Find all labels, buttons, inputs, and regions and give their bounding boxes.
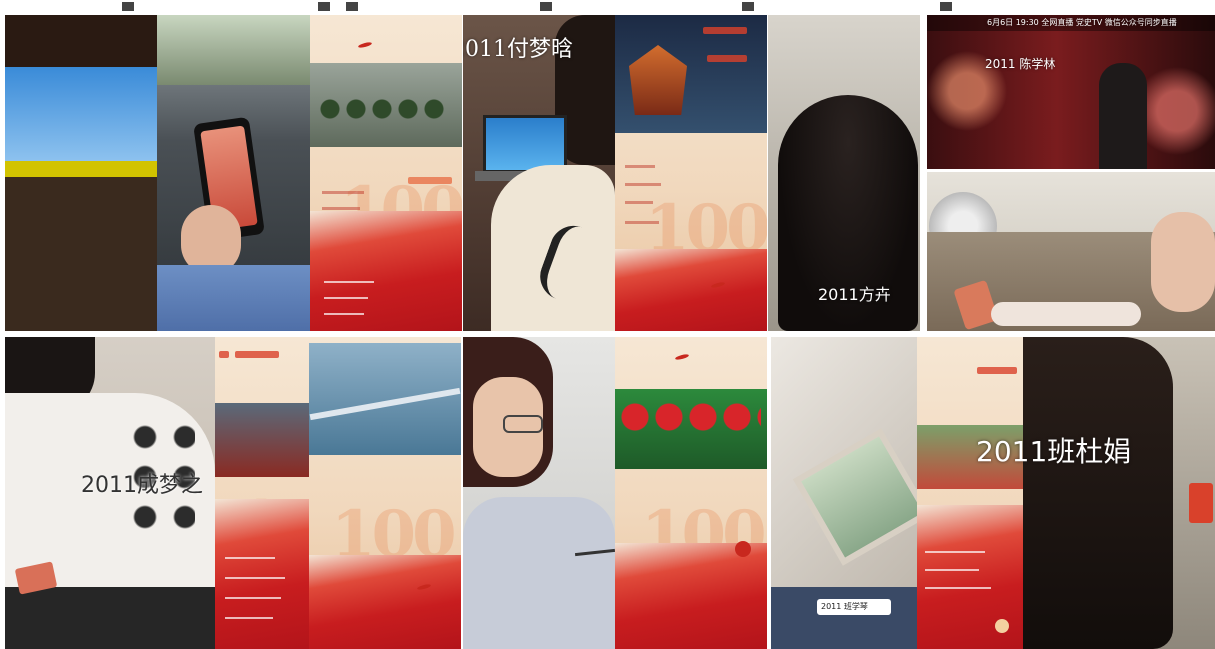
- poster-tag: [219, 351, 229, 358]
- field-strip: [5, 161, 157, 177]
- wall-frame: [792, 428, 917, 566]
- poster-text-line: [225, 597, 281, 599]
- poster-line: [625, 221, 659, 224]
- person-head: [771, 587, 917, 649]
- video-tile-glasses[interactable]: [463, 337, 615, 649]
- poster-line: [625, 201, 653, 204]
- video-tile-stage[interactable]: 6月6日 19:30 全网直播 党史TV 微信公众号同步直播 2011 陈学林: [927, 15, 1215, 169]
- video-tile-poster-trees[interactable]: 100: [310, 15, 462, 331]
- glasses: [503, 415, 543, 433]
- video-tile-du-juan[interactable]: [1023, 337, 1215, 649]
- poster-line: [625, 165, 655, 168]
- video-tile-poster-narrow[interactable]: [917, 337, 1023, 649]
- poster-text-line: [925, 551, 985, 553]
- hair: [1023, 337, 1173, 649]
- caption-chen-xuelin: 2011 陈学林: [985, 57, 1056, 71]
- red-flag-band: [615, 542, 767, 649]
- poster-text-line: [225, 557, 275, 559]
- red-flag-band: [215, 499, 309, 649]
- broadcast-text: 6月6日 19:30 全网直播 党史TV 微信公众号同步直播: [987, 18, 1177, 27]
- bird-icon: [674, 353, 690, 361]
- poster-text-line: [324, 281, 374, 283]
- sky-frame: [5, 67, 157, 163]
- poster-text-line: [225, 617, 273, 619]
- tree-row: [320, 97, 450, 121]
- phone-device: [1189, 483, 1213, 523]
- video-tile-landscape[interactable]: [5, 15, 157, 331]
- arm: [991, 302, 1141, 326]
- video-tile-laptop[interactable]: 2011付梦晗: [463, 15, 615, 331]
- thumb-icon[interactable]: [940, 2, 952, 11]
- poster-line: [322, 191, 364, 194]
- poster-text-line: [225, 577, 285, 579]
- bridge-photo: [309, 343, 461, 455]
- pants: [5, 587, 215, 649]
- video-tile-poster-football[interactable]: 100: [615, 337, 767, 649]
- poster-tag: [977, 367, 1017, 374]
- poster-tag: [707, 55, 747, 62]
- stage-lights: [927, 31, 1215, 169]
- poster-line: [322, 207, 360, 210]
- poster-line: [625, 183, 661, 186]
- poster-text-line: [925, 569, 979, 571]
- poster-text-line: [324, 297, 368, 299]
- red-flag-band: [309, 555, 461, 649]
- red-flag-band: [615, 248, 767, 331]
- caption-fu-menghan: 2011付梦晗: [463, 37, 573, 62]
- video-tile-car-phone[interactable]: [157, 15, 310, 331]
- sleeve: [157, 265, 310, 331]
- caption-ban-du-juan: 2011班杜娟: [976, 435, 1132, 468]
- video-tile-poster-landmarks[interactable]: 1: [215, 337, 309, 649]
- sticker-text: 2011 班学琴: [821, 602, 868, 611]
- caption-cheng-mengzhi: 2011成梦之: [81, 473, 203, 498]
- thumb-icon[interactable]: [742, 2, 754, 11]
- poster-tag: [235, 351, 279, 358]
- poster-text-line: [324, 313, 364, 315]
- emblem-icon: [995, 619, 1009, 633]
- video-tile-fang-hui[interactable]: 2011方卉: [768, 15, 920, 331]
- face: [1151, 212, 1215, 312]
- poster-tag: [408, 177, 452, 184]
- caption-fang-hui: 2011方卉: [818, 285, 891, 304]
- poster-tag: [703, 27, 747, 34]
- shirt: [463, 497, 615, 649]
- thumb-icon[interactable]: [540, 2, 552, 11]
- video-tile-room[interactable]: [927, 172, 1215, 331]
- thumb-icon[interactable]: [122, 2, 134, 11]
- players: [621, 397, 761, 469]
- emblem-icon: [735, 541, 751, 557]
- video-tile-cheng-mengzhi[interactable]: 2011成梦之: [5, 337, 215, 649]
- video-tile-wall[interactable]: 2011 班学琴: [771, 337, 917, 649]
- dark-floor: [5, 177, 157, 331]
- poster-text-line: [925, 587, 991, 589]
- thumb-icon[interactable]: [318, 2, 330, 11]
- thumbnail-strip: [0, 0, 1215, 14]
- bird-icon: [357, 41, 373, 49]
- performer: [1099, 63, 1147, 169]
- thumb-icon[interactable]: [346, 2, 358, 11]
- city-photo: [215, 403, 309, 477]
- video-tile-poster-bridge[interactable]: 100: [309, 337, 461, 649]
- video-tile-poster-tiananmen[interactable]: 100: [615, 15, 767, 331]
- window-view: [157, 15, 310, 85]
